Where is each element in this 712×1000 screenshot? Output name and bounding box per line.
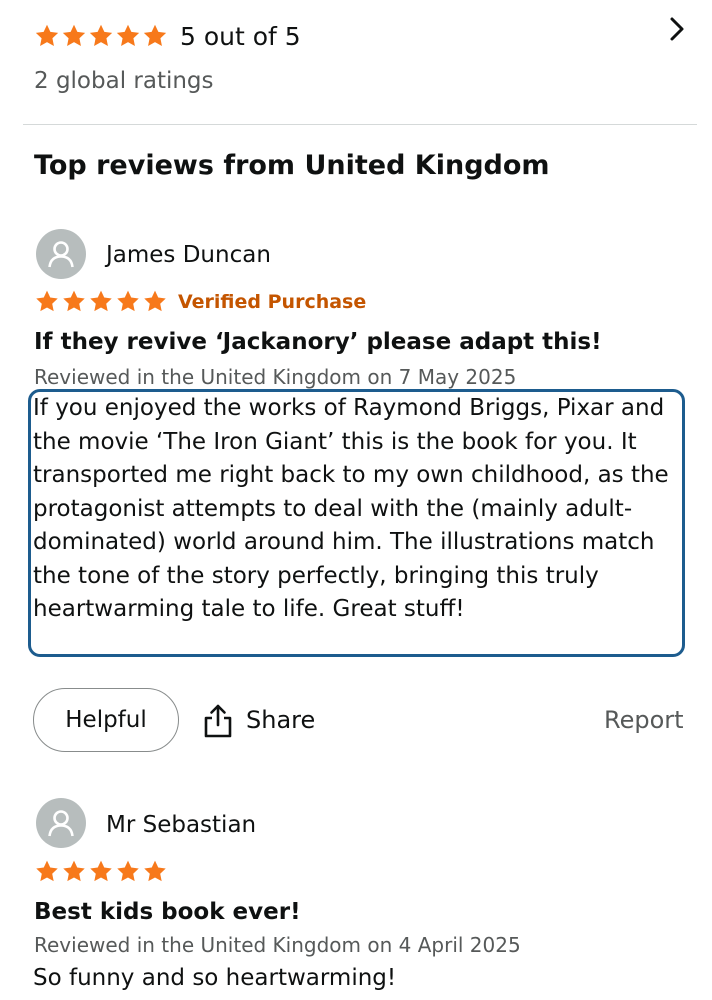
user-avatar-icon bbox=[48, 241, 74, 268]
reviewer-avatar[interactable] bbox=[36, 229, 86, 279]
review-date: Reviewed in the United Kingdom on 7 May … bbox=[34, 365, 517, 389]
user-avatar-icon bbox=[48, 810, 74, 837]
star-icon bbox=[63, 860, 85, 882]
star-icon bbox=[143, 24, 167, 46]
helpful-button[interactable]: Helpful bbox=[33, 688, 179, 752]
reviewer-name[interactable]: Mr Sebastian bbox=[106, 810, 256, 840]
section-title: Top reviews from United Kingdom bbox=[34, 150, 550, 181]
star-icon bbox=[144, 290, 166, 312]
summary-star-rating bbox=[34, 23, 168, 49]
divider bbox=[23, 124, 697, 125]
star-icon bbox=[117, 860, 139, 882]
share-button[interactable]: Share bbox=[246, 705, 315, 735]
review-body[interactable]: If you enjoyed the works of Raymond Brig… bbox=[33, 392, 673, 627]
review-star-rating bbox=[34, 859, 168, 884]
star-icon bbox=[90, 860, 112, 882]
star-icon bbox=[36, 860, 58, 882]
review-title: Best kids book ever! bbox=[34, 899, 301, 925]
star-icon bbox=[62, 24, 86, 46]
star-icon bbox=[89, 24, 113, 46]
share-icon[interactable] bbox=[202, 703, 234, 739]
star-icon bbox=[90, 290, 112, 312]
review-body[interactable]: So funny and so heartwarming! bbox=[33, 962, 396, 994]
review-date: Reviewed in the United Kingdom on 4 Apri… bbox=[34, 933, 521, 957]
star-icon bbox=[116, 24, 140, 46]
star-icon bbox=[144, 860, 166, 882]
helpful-button-label: Helpful bbox=[65, 707, 147, 733]
star-icon bbox=[117, 290, 139, 312]
verified-purchase-badge: Verified Purchase bbox=[178, 291, 367, 313]
report-link[interactable]: Report bbox=[604, 705, 684, 735]
reviewer-name[interactable]: James Duncan bbox=[106, 240, 271, 270]
rating-summary-text: 5 out of 5 bbox=[180, 22, 301, 51]
star-icon bbox=[63, 290, 85, 312]
review-star-rating bbox=[34, 289, 168, 314]
global-ratings-count: 2 global ratings bbox=[34, 68, 214, 94]
star-icon bbox=[36, 290, 58, 312]
chevron-right-icon[interactable] bbox=[664, 14, 690, 44]
review-title: If they revive ‘Jackanory’ please adapt … bbox=[34, 329, 602, 355]
star-icon bbox=[35, 24, 59, 46]
reviewer-avatar[interactable] bbox=[36, 798, 86, 848]
